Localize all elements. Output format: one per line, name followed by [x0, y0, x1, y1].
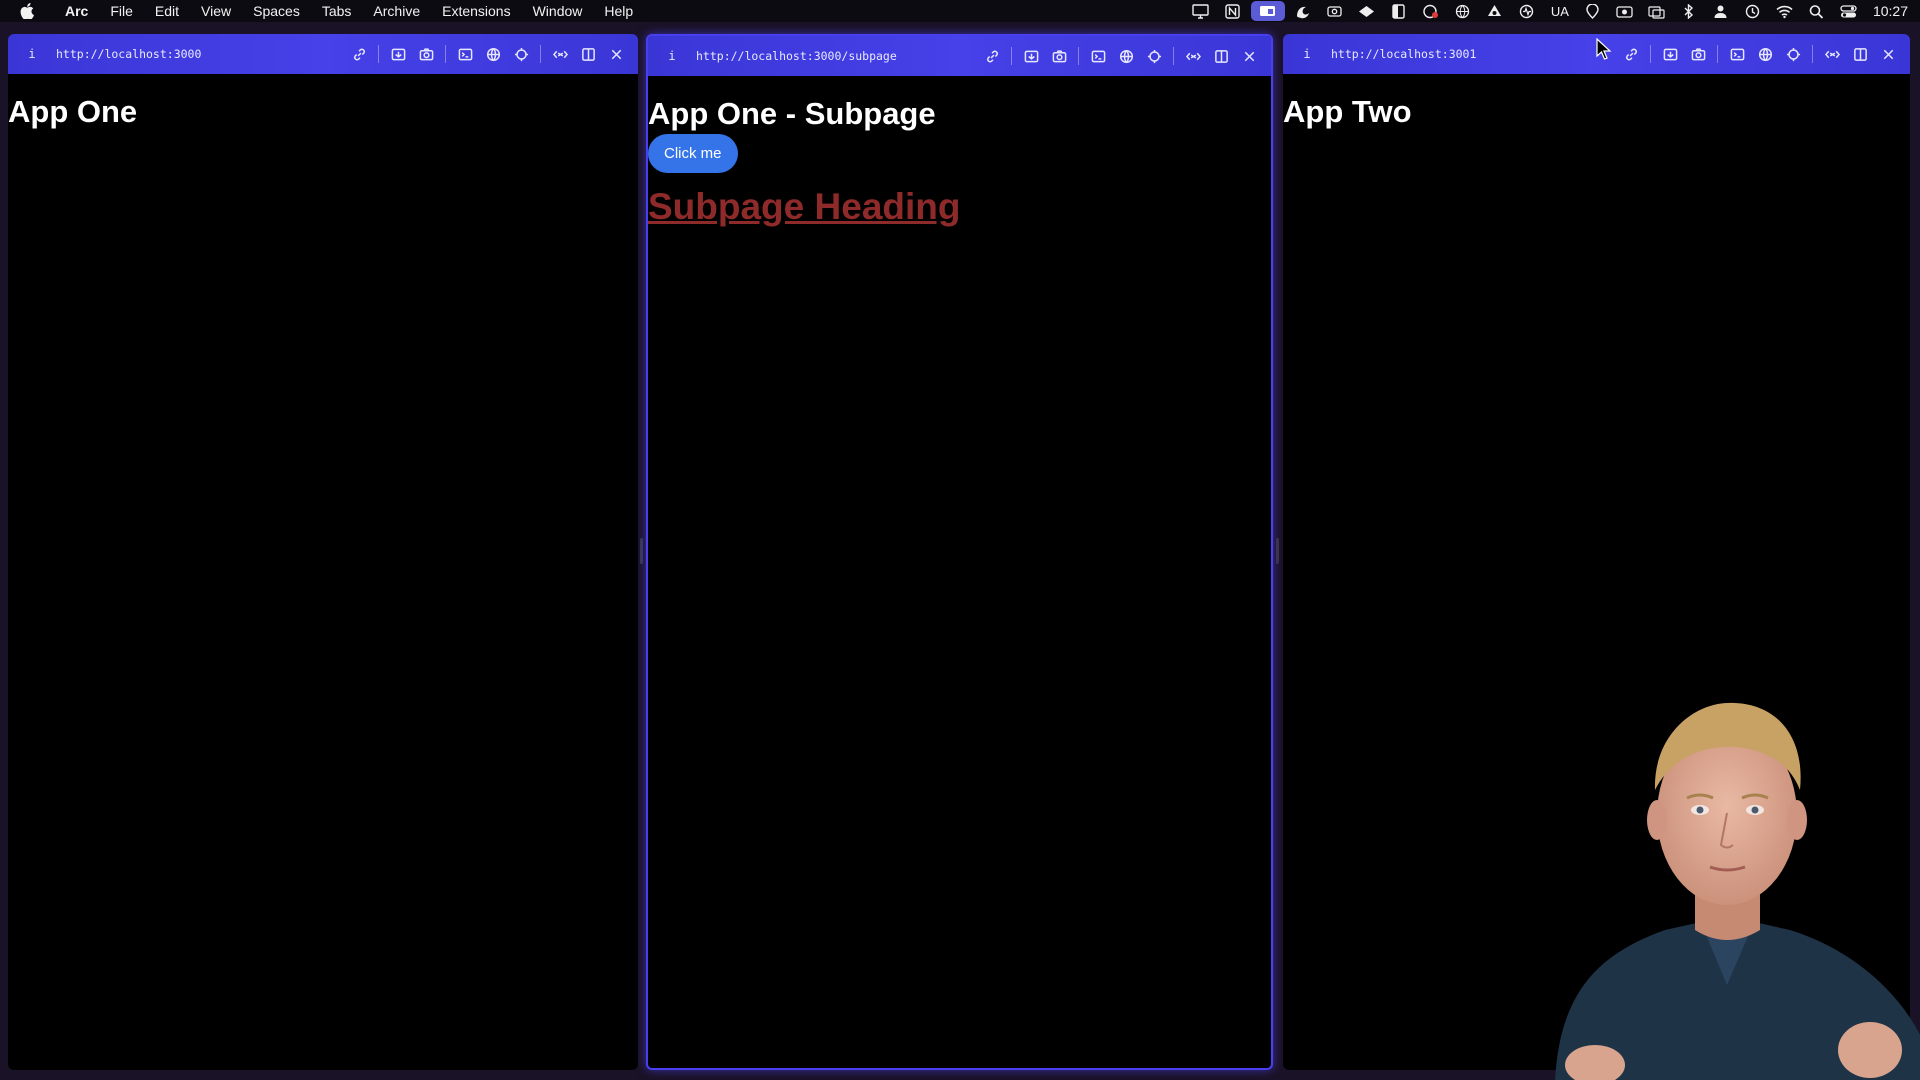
screenshot-icon[interactable]: [1045, 42, 1073, 70]
copy-link-icon[interactable]: [978, 42, 1006, 70]
responsive-icon[interactable]: [1818, 40, 1846, 68]
info-icon[interactable]: i: [22, 47, 42, 61]
activity-icon[interactable]: [1511, 0, 1543, 22]
menu-archive[interactable]: Archive: [362, 0, 431, 22]
close-icon[interactable]: [1235, 42, 1263, 70]
menu-app-arc[interactable]: Arc: [54, 0, 99, 22]
responsive-icon[interactable]: [546, 40, 574, 68]
page-title: App Two: [1283, 94, 1412, 129]
inspect-icon[interactable]: [1140, 42, 1168, 70]
network-icon[interactable]: [1112, 42, 1140, 70]
capture-icon[interactable]: [384, 40, 412, 68]
pane-resize-handle[interactable]: [640, 538, 643, 564]
menu-edit[interactable]: Edit: [144, 0, 190, 22]
location-icon[interactable]: [1577, 0, 1609, 22]
url-field[interactable]: http://localhost:3001: [1331, 47, 1617, 61]
camera-icon[interactable]: [1319, 0, 1351, 22]
apple-icon[interactable]: [18, 2, 36, 20]
bluetooth-icon[interactable]: [1673, 0, 1705, 22]
keyboard-language-indicator[interactable]: UA: [1543, 4, 1577, 19]
recorder-icon[interactable]: [1415, 0, 1447, 22]
info-icon[interactable]: i: [662, 49, 682, 63]
page-title: App One: [8, 94, 138, 129]
toolbar-divider: [1717, 45, 1718, 63]
menu-tabs[interactable]: Tabs: [311, 0, 363, 22]
split-view-icon[interactable]: [574, 40, 602, 68]
capture-icon[interactable]: [1017, 42, 1045, 70]
pane-toolbar: i http://localhost:3000/subpage: [648, 36, 1271, 76]
display-icon[interactable]: [1185, 0, 1217, 22]
split-view-icon[interactable]: [1207, 42, 1235, 70]
browser-pane-app-one-subpage: i http://localhost:3000/subpage App One …: [646, 34, 1273, 1070]
menu-view[interactable]: View: [190, 0, 242, 22]
menu-window[interactable]: Window: [522, 0, 594, 22]
menu-file[interactable]: File: [99, 0, 144, 22]
pane-resize-handle[interactable]: [1276, 538, 1279, 564]
toolbar-divider: [1011, 47, 1012, 65]
screen-share-icon[interactable]: [1250, 1, 1285, 21]
presenter-webcam-overlay: [1555, 702, 1920, 1080]
capture-icon[interactable]: [1656, 40, 1684, 68]
toolbar-divider: [445, 45, 446, 63]
arc-icon[interactable]: [1287, 0, 1319, 22]
screenshot-icon[interactable]: [412, 40, 440, 68]
inspect-icon[interactable]: [1779, 40, 1807, 68]
notion-icon[interactable]: [1217, 0, 1249, 22]
globe-icon[interactable]: [1447, 0, 1479, 22]
sidebar-icon[interactable]: [1383, 0, 1415, 22]
responsive-icon[interactable]: [1179, 42, 1207, 70]
page-content: App One: [8, 94, 638, 130]
menu-extensions[interactable]: Extensions: [431, 0, 521, 22]
toolbar-divider: [1078, 47, 1079, 65]
window-icon[interactable]: [1641, 0, 1673, 22]
menu-help[interactable]: Help: [593, 0, 644, 22]
page-content: App Two: [1283, 94, 1910, 130]
url-field[interactable]: http://localhost:3000: [56, 47, 345, 61]
toolbar-divider: [1173, 47, 1174, 65]
toolbar-divider: [1650, 45, 1651, 63]
toolbar-divider: [1812, 45, 1813, 63]
search-icon[interactable]: [1801, 0, 1833, 22]
timemachine-icon[interactable]: [1737, 0, 1769, 22]
browser-pane-app-one: i http://localhost:3000 App One: [8, 34, 638, 1070]
console-icon[interactable]: [1084, 42, 1112, 70]
menu-bar: Arc File Edit View Spaces Tabs Archive E…: [0, 0, 1920, 22]
console-icon[interactable]: [451, 40, 479, 68]
close-icon[interactable]: [602, 40, 630, 68]
network-icon[interactable]: [1751, 40, 1779, 68]
copy-link-icon[interactable]: [345, 40, 373, 68]
video-icon[interactable]: [1609, 0, 1641, 22]
pane-toolbar: i http://localhost:3000: [8, 34, 638, 74]
page-content: App One - Subpage Click me Subpage Headi…: [648, 96, 1271, 229]
split-view-icon[interactable]: [1846, 40, 1874, 68]
drive-icon[interactable]: [1479, 0, 1511, 22]
close-icon[interactable]: [1874, 40, 1902, 68]
status-tray: UA 10:27: [1185, 0, 1920, 22]
vpn-icon[interactable]: [1351, 0, 1383, 22]
network-icon[interactable]: [479, 40, 507, 68]
menu-clock[interactable]: 10:27: [1865, 3, 1908, 19]
wifi-icon[interactable]: [1769, 0, 1801, 22]
subpage-heading-link[interactable]: Subpage Heading: [648, 185, 1271, 229]
url-field[interactable]: http://localhost:3000/subpage: [696, 49, 978, 63]
click-me-button[interactable]: Click me: [648, 134, 738, 173]
console-icon[interactable]: [1723, 40, 1751, 68]
mouse-cursor-icon: [1596, 38, 1612, 60]
copy-link-icon[interactable]: [1617, 40, 1645, 68]
inspect-icon[interactable]: [507, 40, 535, 68]
control-center-icon[interactable]: [1833, 0, 1865, 22]
toolbar-divider: [540, 45, 541, 63]
page-title: App One - Subpage: [648, 96, 936, 131]
info-icon[interactable]: i: [1297, 47, 1317, 61]
screenshot-icon[interactable]: [1684, 40, 1712, 68]
toolbar-divider: [378, 45, 379, 63]
menu-spaces[interactable]: Spaces: [242, 0, 311, 22]
user-icon[interactable]: [1705, 0, 1737, 22]
